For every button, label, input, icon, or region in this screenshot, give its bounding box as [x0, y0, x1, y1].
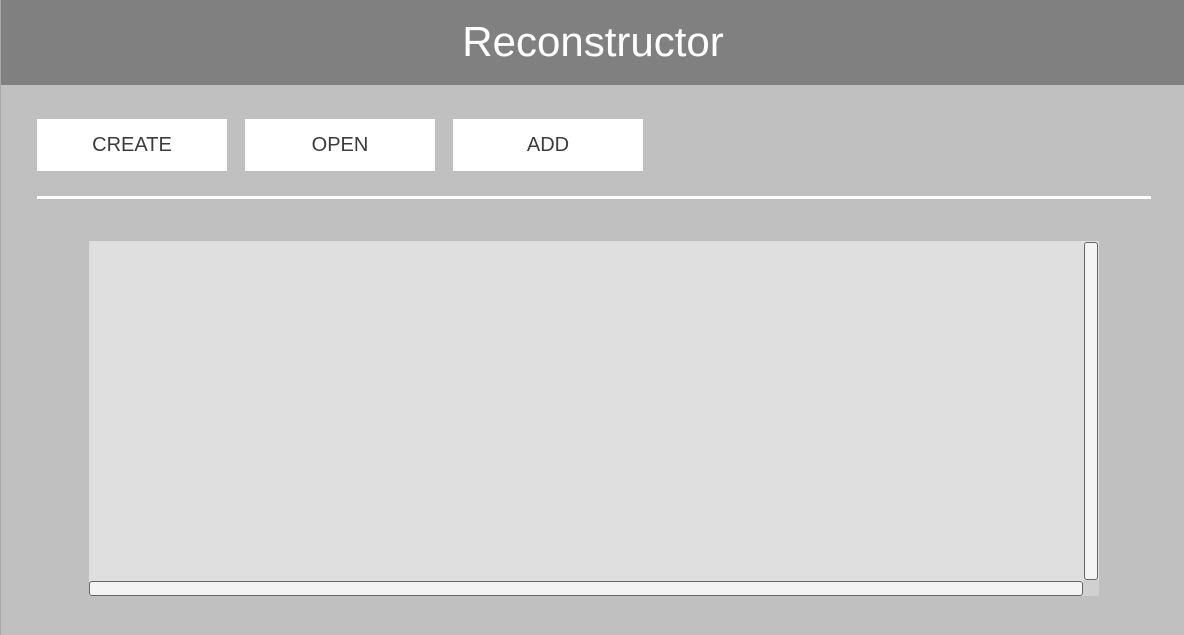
horizontal-scrollbar[interactable] [89, 580, 1083, 596]
open-button[interactable]: OPEN [245, 119, 435, 171]
app-title: Reconstructor [462, 17, 724, 65]
horizontal-scrollbar-thumb[interactable] [89, 581, 1083, 596]
vertical-scrollbar-thumb[interactable] [1084, 242, 1098, 580]
app-window: Reconstructor CREATE OPEN ADD [0, 0, 1184, 635]
content-scroll-view[interactable] [89, 241, 1099, 596]
create-button[interactable]: CREATE [37, 119, 227, 171]
header-bar: Reconstructor [1, 0, 1184, 85]
divider [37, 196, 1151, 199]
vertical-scrollbar[interactable] [1083, 241, 1099, 580]
toolbar: CREATE OPEN ADD [37, 119, 643, 171]
scrollbar-corner [1083, 580, 1099, 596]
add-button[interactable]: ADD [453, 119, 643, 171]
